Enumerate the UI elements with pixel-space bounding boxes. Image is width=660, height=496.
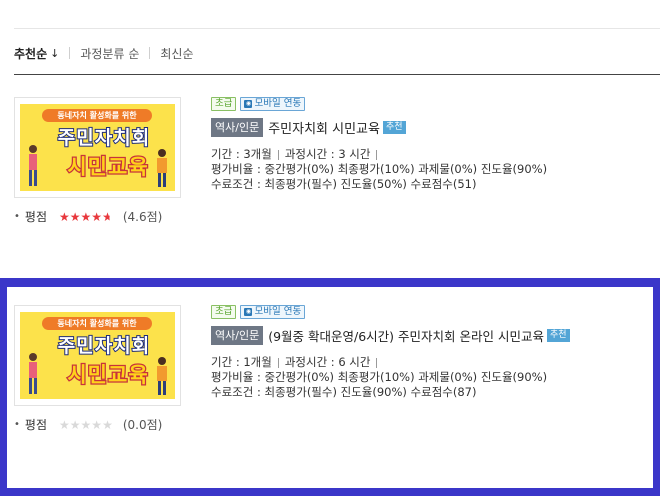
star-icon: ★ — [80, 209, 92, 224]
course-meta: 기간 : 1개월 과정시간 : 6 시간 평가비율 : 중간평가(0%) 최종평… — [211, 355, 570, 400]
thumbnail-title-line1: 주민자치회 — [57, 126, 151, 150]
mobile-badge: ◉ 모바일 연동 — [240, 97, 306, 111]
star-icon: ★ — [59, 209, 70, 224]
course-thumbnail[interactable]: 동네자치 활성화를 위한 주민자치회 시민교육 — [14, 305, 181, 406]
person-illustration-icon — [29, 145, 37, 186]
rating-label: 평점 — [24, 210, 47, 224]
thumbnail-subtitle: 동네자치 활성화를 위한 — [42, 317, 152, 330]
course-hours: 과정시간 : 6 시간 — [284, 355, 371, 369]
top-divider — [14, 28, 660, 29]
star-icon: ★ — [102, 417, 113, 432]
sort-divider — [14, 74, 660, 75]
bullet: • — [14, 419, 20, 430]
rss-icon: ◉ — [244, 100, 253, 108]
level-badge: 초급 — [211, 97, 237, 111]
meta-row: 기간 : 1개월 과정시간 : 6 시간 — [211, 355, 570, 370]
rating: • 평점 ★ ★ ★ ★ ★ (4.6점) — [14, 208, 162, 225]
course-title-link[interactable]: 주민자치회 시민교육 — [268, 118, 380, 137]
completion-criteria: 수료조건 : 최종평가(필수) 진도율(50%) 수료점수(51) — [211, 177, 477, 191]
rating-label: 평점 — [24, 418, 47, 432]
course-info: 초급 ◉ 모바일 연동 역사/인문 (9월중 확대운영/6시간) 주민자치회 온… — [211, 305, 570, 400]
course-item-highlighted: 동네자치 활성화를 위한 주민자치회 시민교육 • 평점 ★ ★ ★ ★ ★ (… — [0, 278, 660, 496]
meta-row: 기간 : 3개월 과정시간 : 3 시간 — [211, 147, 547, 162]
thumbnail-subtitle: 동네자치 활성화를 위한 — [42, 109, 152, 122]
star-rating: ★ ★ ★ ★ ★ — [59, 211, 113, 223]
divider — [376, 149, 378, 160]
bullet: • — [14, 211, 20, 222]
divider — [277, 149, 279, 160]
completion-criteria: 수료조건 : 최종평가(필수) 진도율(90%) 수료점수(87) — [211, 385, 477, 399]
mobile-badge-label: 모바일 연동 — [254, 306, 302, 317]
sort-category[interactable]: 과정분류 순 — [80, 45, 139, 62]
sort-recommended-label: 추천순 — [14, 46, 48, 61]
thumbnail-title-line2: 시민교육 — [66, 154, 149, 181]
recommend-badge: 추천 — [546, 328, 570, 342]
rss-icon: ◉ — [244, 308, 253, 316]
title-row: 역사/인문 (9월중 확대운영/6시간) 주민자치회 온라인 시민교육 추천 — [211, 325, 570, 345]
course-meta: 기간 : 3개월 과정시간 : 3 시간 평가비율 : 중간평가(0%) 최종평… — [211, 147, 547, 192]
title-row: 역사/인문 주민자치회 시민교육 추천 — [211, 117, 547, 137]
sort-recommended[interactable]: 추천순 ↓ — [14, 45, 59, 62]
course-item: 동네자치 활성화를 위한 주민자치회 시민교육 • 평점 ★ ★ ★ ★ ★ (… — [0, 97, 660, 272]
rating-score: (4.6점) — [122, 210, 163, 224]
course-period: 기간 : 1개월 — [211, 355, 272, 369]
sort-bar: 추천순 ↓ 과정분류 순 최신순 — [14, 44, 193, 62]
person-illustration-icon — [157, 357, 167, 395]
course-card: 동네자치 활성화를 위한 주민자치회 시민교육 • 평점 ★ ★ ★ ★ ★ (… — [7, 287, 653, 488]
course-info: 초급 ◉ 모바일 연동 역사/인문 주민자치회 시민교육 추천 기간 : 3개월… — [211, 97, 547, 192]
course-title-link[interactable]: (9월중 확대운영/6시간) 주민자치회 온라인 시민교육 — [268, 326, 544, 345]
sort-latest[interactable]: 최신순 — [160, 45, 193, 62]
thumbnail-title-line2: 시민교육 — [66, 362, 149, 389]
category-tag: 역사/인문 — [211, 325, 264, 345]
star-icon: ★ — [80, 417, 92, 432]
course-thumbnail[interactable]: 동네자치 활성화를 위한 주민자치회 시민교육 — [14, 97, 181, 198]
divider — [149, 47, 151, 59]
thumbnail-art: 동네자치 활성화를 위한 주민자치회 시민교육 — [20, 104, 175, 191]
evaluation-weights: 평가비율 : 중간평가(0%) 최종평가(10%) 과제물(0%) 진도율(90… — [211, 370, 548, 384]
person-illustration-icon — [29, 353, 37, 394]
rating-score: (0.0점) — [122, 418, 163, 432]
star-icon: ★ — [59, 417, 70, 432]
sort-down-arrow-icon: ↓ — [50, 46, 60, 60]
thumbnail-title-line1: 주민자치회 — [57, 334, 151, 358]
star-icon: ★ — [69, 209, 81, 224]
divider — [376, 357, 378, 368]
star-rating: ★ ★ ★ ★ ★ — [59, 419, 113, 431]
category-tag: 역사/인문 — [211, 117, 264, 137]
evaluation-weights: 평가비율 : 중간평가(0%) 최종평가(10%) 과제물(0%) 진도율(90… — [211, 162, 548, 176]
course-hours: 과정시간 : 3 시간 — [284, 147, 371, 161]
rating: • 평점 ★ ★ ★ ★ ★ (0.0점) — [14, 416, 162, 433]
half-star-icon: ★ — [102, 209, 113, 224]
recommend-badge: 추천 — [382, 120, 406, 134]
course-period: 기간 : 3개월 — [211, 147, 272, 161]
badge-row: 초급 ◉ 모바일 연동 — [211, 97, 547, 111]
badge-row: 초급 ◉ 모바일 연동 — [211, 305, 570, 319]
star-icon: ★ — [91, 417, 103, 432]
divider — [69, 47, 71, 59]
divider — [277, 357, 279, 368]
mobile-badge: ◉ 모바일 연동 — [240, 305, 306, 319]
thumbnail-art: 동네자치 활성화를 위한 주민자치회 시민교육 — [20, 312, 175, 399]
star-icon: ★ — [69, 417, 81, 432]
level-badge: 초급 — [211, 305, 237, 319]
mobile-badge-label: 모바일 연동 — [254, 98, 302, 109]
star-icon: ★ — [91, 209, 103, 224]
person-illustration-icon — [157, 149, 167, 187]
